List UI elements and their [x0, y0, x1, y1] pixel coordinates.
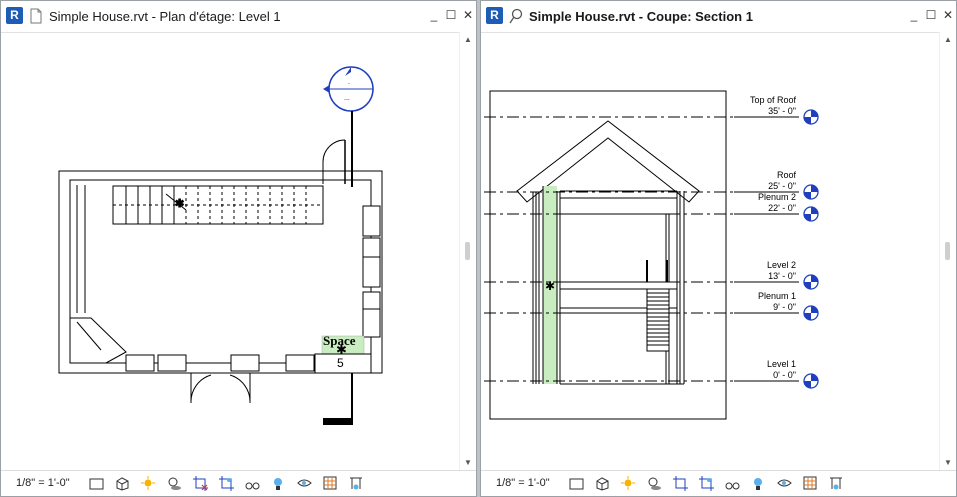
level-elevation: 22' - 0" — [768, 203, 796, 213]
temporary-view-properties-icon[interactable] — [323, 476, 338, 491]
floor-plan-view-icon — [30, 8, 42, 24]
revit-app-icon: R — [486, 7, 503, 24]
window-title: Simple House.rvt - Plan d'étage: Level 1 — [49, 9, 281, 24]
section-view-icon — [509, 8, 523, 24]
title-bar[interactable]: R Simple House.rvt - Coupe: Section 1 _ … — [481, 1, 956, 33]
close-button[interactable]: ✕ — [941, 7, 955, 23]
view-control-bar: 1/8" = 1'-0" — [481, 470, 956, 496]
sun-path-icon[interactable] — [621, 476, 636, 491]
floor-plan-window[interactable]: R Simple House.rvt - Plan d'étage: Level… — [0, 0, 477, 497]
show-analytical-model-icon[interactable] — [349, 476, 364, 491]
svg-text:✱: ✱ — [336, 342, 347, 357]
level-name: Plenum 2 — [758, 192, 796, 202]
scroll-down-arrow-icon[interactable]: ▼ — [462, 457, 474, 469]
level-name: Roof — [777, 170, 797, 180]
level-elevation: 9' - 0" — [773, 302, 796, 312]
window-title: Simple House.rvt - Coupe: Section 1 — [529, 9, 753, 24]
level-elevation: 0' - 0" — [773, 370, 796, 380]
scroll-up-arrow-icon[interactable]: ▲ — [942, 34, 954, 46]
show-analytical-model-icon[interactable] — [829, 476, 844, 491]
floor-plan-canvas[interactable]: . ... ✱ Space 5 ✱ — [1, 32, 459, 471]
level-marker[interactable]: Level 213' - 0" — [484, 260, 819, 290]
unlocked-3d-view-icon[interactable] — [245, 476, 260, 491]
section-canvas[interactable]: ✱ Top of Roof 35' - 0" Roof 25' - 0" Ple… — [481, 32, 939, 471]
svg-text:...: ... — [344, 95, 350, 102]
section-walls: ✱ — [532, 186, 685, 385]
svg-text:✱: ✱ — [175, 198, 184, 210]
minimize-button[interactable]: _ — [907, 7, 921, 23]
svg-text:✱: ✱ — [545, 279, 555, 293]
unlocked-3d-view-icon[interactable] — [725, 476, 740, 491]
space-tag[interactable]: Space 5 ✱ — [314, 333, 372, 374]
sun-path-icon[interactable] — [141, 476, 156, 491]
stairs-section — [646, 288, 670, 352]
visual-style-icon[interactable] — [115, 476, 130, 491]
crop-region[interactable] — [489, 90, 727, 420]
show-crop-region-icon[interactable] — [699, 476, 714, 491]
title-bar[interactable]: R Simple House.rvt - Plan d'étage: Level… — [1, 1, 476, 33]
maximize-button[interactable]: ☐ — [924, 7, 938, 23]
visual-style-icon[interactable] — [595, 476, 610, 491]
scroll-thumb[interactable] — [465, 242, 470, 260]
crop-view-icon[interactable] — [193, 476, 208, 491]
crop-view-icon[interactable] — [673, 476, 688, 491]
maximize-button[interactable]: ☐ — [444, 7, 458, 23]
section-marker[interactable]: . ... — [323, 66, 374, 187]
close-button[interactable]: ✕ — [461, 7, 475, 23]
level-marker[interactable]: Top of Roof35' - 0" — [484, 95, 819, 125]
detail-level-icon[interactable] — [569, 476, 584, 491]
stairs: ✱ — [112, 185, 324, 225]
scroll-down-arrow-icon[interactable]: ▼ — [942, 457, 954, 469]
minimize-button[interactable]: _ — [427, 7, 441, 23]
level-elevation: 35' - 0" — [768, 106, 796, 116]
level-name: Top of Roof — [750, 95, 797, 105]
temporary-hide-isolate-icon[interactable] — [751, 476, 766, 491]
detail-level-icon[interactable] — [89, 476, 104, 491]
show-crop-region-icon[interactable] — [219, 476, 234, 491]
shadows-icon[interactable] — [167, 476, 182, 491]
level-name: Level 1 — [767, 359, 796, 369]
front-door[interactable] — [190, 373, 251, 404]
vertical-scrollbar[interactable]: ▲ ▼ — [459, 32, 476, 471]
level-name: Level 2 — [767, 260, 796, 270]
section-tail[interactable] — [323, 418, 353, 425]
space-number: 5 — [337, 356, 344, 370]
level-elevation: 13' - 0" — [768, 271, 796, 281]
level-name: Plenum 1 — [758, 291, 796, 301]
reveal-hidden-elements-icon[interactable] — [777, 476, 792, 491]
temporary-view-properties-icon[interactable] — [803, 476, 818, 491]
section-view-window[interactable]: R Simple House.rvt - Coupe: Section 1 _ … — [480, 0, 957, 497]
reveal-hidden-elements-icon[interactable] — [297, 476, 312, 491]
temporary-hide-isolate-icon[interactable] — [271, 476, 286, 491]
scroll-up-arrow-icon[interactable]: ▲ — [462, 34, 474, 46]
view-control-bar: 1/8" = 1'-0" — [1, 470, 476, 496]
level-elevation: 25' - 0" — [768, 181, 796, 191]
view-scale[interactable]: 1/8" = 1'-0" — [16, 477, 70, 489]
shadows-icon[interactable] — [647, 476, 662, 491]
view-scale[interactable]: 1/8" = 1'-0" — [496, 477, 550, 489]
revit-app-icon: R — [6, 7, 23, 24]
vertical-scrollbar[interactable]: ▲ ▼ — [939, 32, 956, 471]
svg-text:.: . — [348, 79, 350, 86]
scroll-thumb[interactable] — [945, 242, 950, 260]
windows-right — [362, 205, 381, 338]
